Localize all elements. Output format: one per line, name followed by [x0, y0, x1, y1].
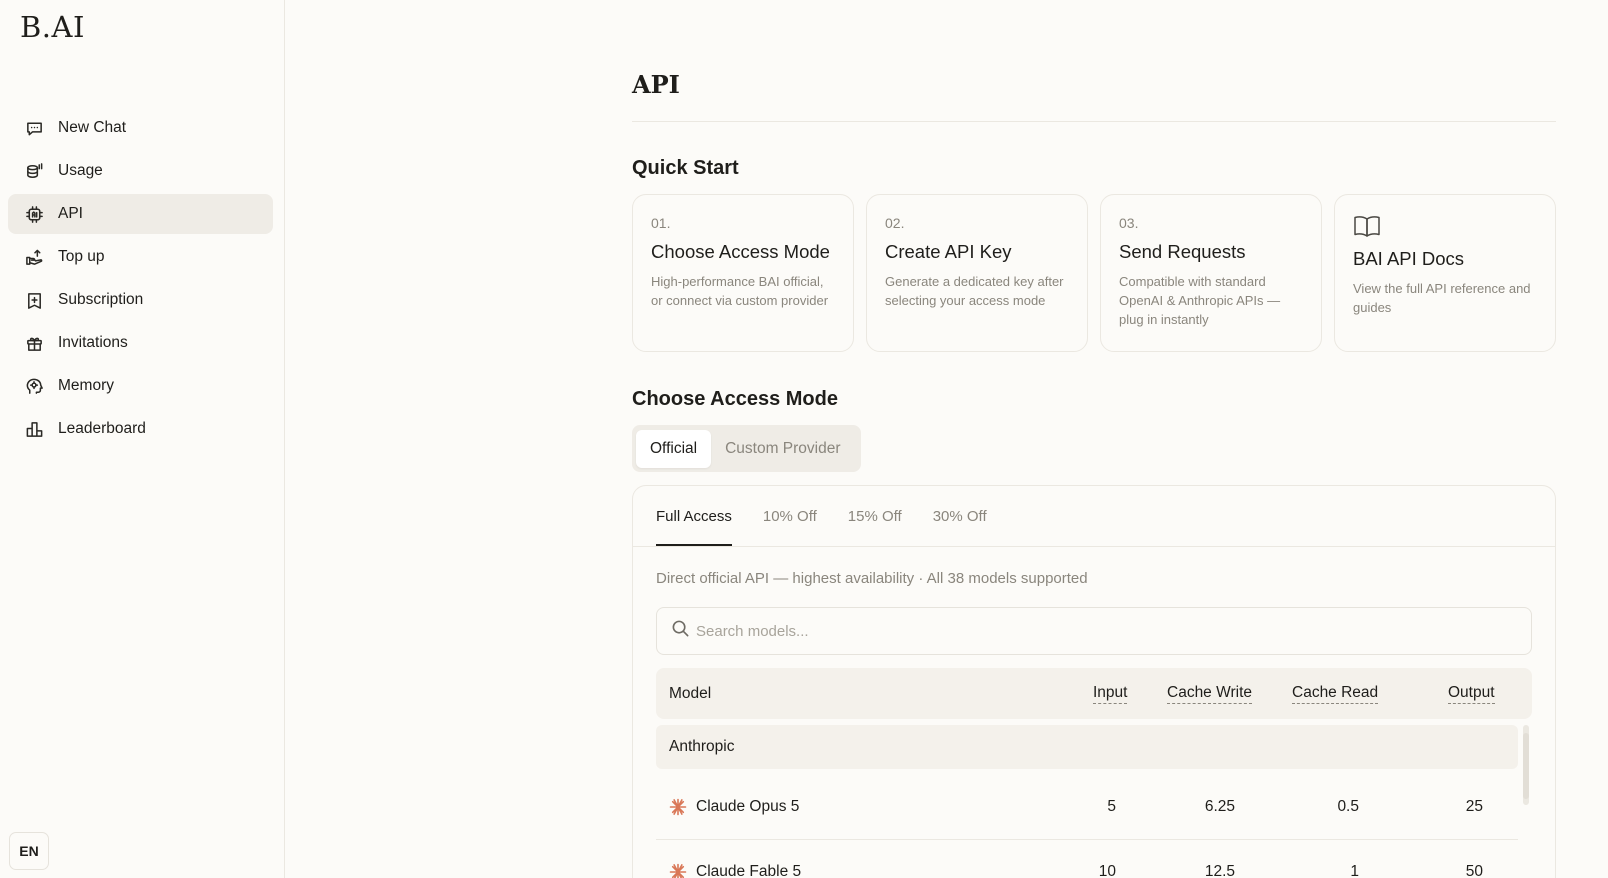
page-title: API: [632, 70, 680, 99]
sidebar-item-label: API: [58, 205, 83, 222]
cache-write-price-cell: 6.25: [1204, 798, 1235, 815]
subscription-icon: [24, 290, 44, 310]
sidebar-item-label: Subscription: [58, 291, 144, 308]
tabs-divider: [633, 546, 1555, 547]
sidebar-item-label: Invitations: [58, 334, 128, 351]
access-mode-toggle: Official Custom Provider: [632, 425, 861, 472]
sidebar-item-top-up[interactable]: Top up: [8, 237, 273, 277]
card-step-number: 01.: [651, 215, 671, 231]
sidebar-item-leaderboard[interactable]: Leaderboard: [8, 409, 273, 449]
title-divider: [632, 121, 1556, 122]
quick-start-cards: 01. Choose Access Mode High-performance …: [632, 194, 1556, 352]
tier-tabs: Full Access 10% Off 15% Off 30% Off: [656, 486, 1018, 546]
card-title: Create API Key: [885, 241, 1012, 262]
table-header: Model Input Cache Write Cache Read Outpu…: [656, 668, 1532, 719]
sidebar-item-label: New Chat: [58, 119, 127, 136]
sidebar-item-label: Memory: [58, 377, 114, 394]
cache-read-price-cell: 1: [1350, 863, 1359, 878]
search-icon: [671, 619, 690, 643]
language-switcher[interactable]: EN: [9, 832, 49, 870]
model-name-cell: Claude Fable 5: [669, 840, 801, 878]
tab-30-off[interactable]: 30% Off: [933, 486, 987, 546]
top-up-icon: [24, 247, 44, 267]
column-header-input[interactable]: Input: [1093, 668, 1128, 719]
card-title: Choose Access Mode: [651, 241, 830, 262]
access-mode-heading: Choose Access Mode: [632, 388, 838, 410]
card-description: View the full API reference and guides: [1353, 281, 1531, 315]
sidebar-item-label: Leaderboard: [58, 420, 146, 437]
quick-start-heading: Quick Start: [632, 157, 739, 179]
access-mode-custom-provider[interactable]: Custom Provider: [711, 430, 854, 468]
model-name: Claude Fable 5: [696, 863, 802, 878]
sidebar-item-subscription[interactable]: Subscription: [8, 280, 273, 320]
api-chip-icon: [24, 204, 44, 224]
tab-15-off[interactable]: 15% Off: [848, 486, 902, 546]
column-header-model: Model: [669, 684, 712, 702]
quick-start-card-access-mode: 01. Choose Access Mode High-performance …: [632, 194, 854, 352]
card-title: Send Requests: [1119, 241, 1246, 262]
column-header-cache-write[interactable]: Cache Write: [1167, 668, 1252, 719]
sidebar-nav: New Chat Usage API Top up Subscription I…: [8, 108, 273, 452]
anthropic-logo-icon: [669, 863, 687, 878]
sidebar-item-label: Usage: [58, 162, 103, 179]
sidebar-item-invitations[interactable]: Invitations: [8, 323, 273, 363]
output-price-cell: 50: [1465, 863, 1483, 878]
tab-full-access[interactable]: Full Access: [656, 486, 732, 546]
table-row[interactable]: Claude Fable 5 10 12.5 1 50: [656, 840, 1518, 878]
input-price-cell: 5: [1107, 798, 1116, 815]
model-name-cell: Claude Opus 5: [669, 775, 799, 839]
logo[interactable]: B.AI: [20, 10, 85, 44]
card-step-number: 03.: [1119, 215, 1139, 231]
app-root: B.AI New Chat Usage API Top up Subscript…: [0, 0, 1608, 878]
sidebar-item-new-chat[interactable]: New Chat: [8, 108, 273, 148]
sidebar-item-label: Top up: [58, 248, 105, 265]
card-step-number: 02.: [885, 215, 905, 231]
access-mode-official[interactable]: Official: [636, 429, 712, 468]
sidebar-item-usage[interactable]: Usage: [8, 151, 273, 191]
card-description: High-performance BAI official, or connec…: [651, 274, 829, 308]
quick-start-card-api-key: 02. Create API Key Generate a dedicated …: [866, 194, 1088, 352]
table-scrollbar-thumb[interactable]: [1523, 733, 1529, 799]
main-content: API Quick Start 01. Choose Access Mode H…: [632, 0, 1556, 878]
pricing-panel: Full Access 10% Off 15% Off 30% Off Dire…: [632, 485, 1556, 878]
card-title: BAI API Docs: [1353, 248, 1465, 269]
sidebar-item-memory[interactable]: Memory: [8, 366, 273, 406]
gift-icon: [24, 333, 44, 353]
memory-icon: [24, 376, 44, 396]
quick-start-card-send-requests: 03. Send Requests Compatible with standa…: [1100, 194, 1322, 352]
leaderboard-icon: [24, 419, 44, 439]
card-description: Generate a dedicated key after selecting…: [885, 274, 1064, 308]
model-name: Claude Opus 5: [696, 798, 800, 815]
output-price-cell: 25: [1465, 798, 1483, 815]
cache-read-price-cell: 0.5: [1337, 798, 1359, 815]
column-header-cache-read[interactable]: Cache Read: [1292, 668, 1379, 719]
sidebar: B.AI New Chat Usage API Top up Subscript…: [0, 0, 285, 878]
model-search[interactable]: [656, 607, 1532, 655]
column-header-output[interactable]: Output: [1448, 668, 1495, 719]
usage-icon: [24, 161, 44, 181]
input-price-cell: 10: [1098, 863, 1116, 878]
cache-write-price-cell: 12.5: [1204, 863, 1235, 878]
book-icon: [1353, 214, 1537, 244]
search-input[interactable]: [696, 622, 1496, 640]
tier-description: Direct official API — highest availabili…: [656, 570, 1088, 587]
card-description: Compatible with standard OpenAI & Anthro…: [1119, 274, 1281, 327]
sidebar-item-api[interactable]: API: [8, 194, 273, 234]
provider-group-anthropic: Anthropic: [656, 725, 1518, 769]
tab-10-off[interactable]: 10% Off: [763, 486, 817, 546]
table-row[interactable]: Claude Opus 5 5 6.25 0.5 25: [656, 775, 1518, 839]
chat-icon: [24, 118, 44, 138]
quick-start-card-api-docs[interactable]: BAI API Docs View the full API reference…: [1334, 194, 1556, 352]
anthropic-logo-icon: [669, 798, 687, 816]
